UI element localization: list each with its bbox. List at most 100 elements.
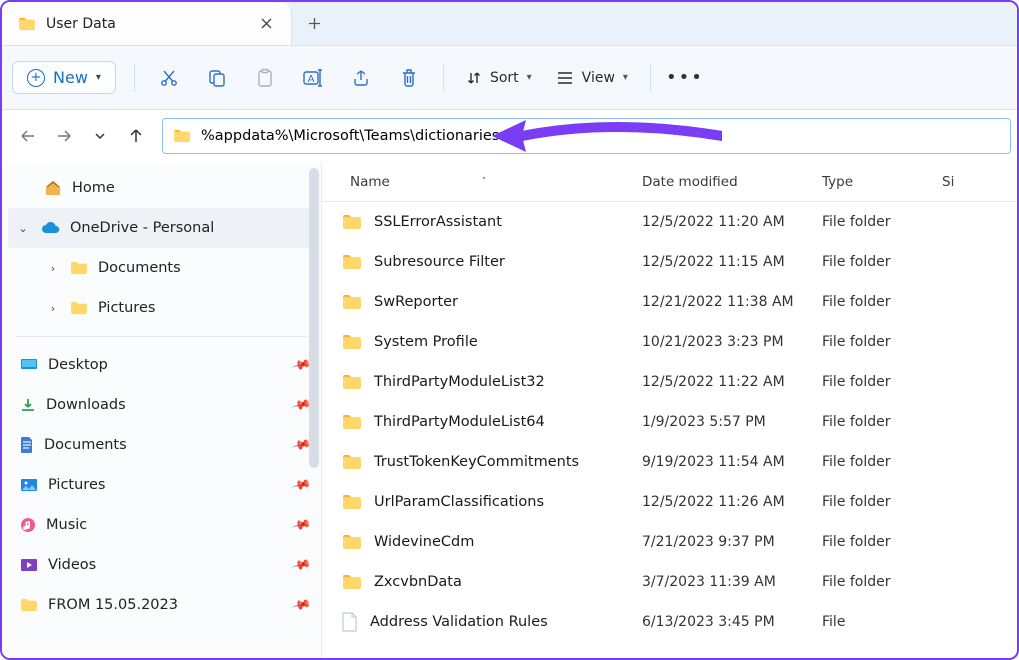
sidebar-label: Videos: [48, 557, 96, 573]
list-icon: [556, 71, 574, 85]
file-date: 1/9/2023 5:57 PM: [642, 414, 822, 430]
svg-text:A: A: [308, 74, 315, 85]
sidebar-item-desktop[interactable]: Desktop 📌: [2, 345, 321, 385]
view-button[interactable]: View ▾: [546, 70, 638, 86]
pin-icon: 📌: [290, 594, 312, 615]
file-row[interactable]: TrustTokenKeyCommitments9/19/2023 11:54 …: [322, 442, 1017, 482]
sidebar-label: Downloads: [46, 397, 126, 413]
sidebar-item-downloads[interactable]: Downloads 📌: [2, 385, 321, 425]
toolbar: + New ▾ A Sort ▾ View ▾ •••: [2, 46, 1017, 110]
file-row[interactable]: UrlParamClassifications12/5/2022 11:26 A…: [322, 482, 1017, 522]
sidebar-item-onedrive-pictures[interactable]: › Pictures: [2, 288, 321, 328]
file-row[interactable]: SwReporter12/21/2022 11:38 AMFile folder: [322, 282, 1017, 322]
paste-button[interactable]: [243, 58, 287, 98]
pin-icon: 📌: [290, 514, 312, 535]
folder-icon: [342, 574, 362, 590]
rename-icon: A: [302, 68, 324, 88]
cut-button[interactable]: [147, 58, 191, 98]
chevron-down-icon[interactable]: ⌄: [16, 222, 30, 235]
file-date: 9/19/2023 11:54 AM: [642, 454, 822, 470]
file-row[interactable]: ThirdPartyModuleList3212/5/2022 11:22 AM…: [322, 362, 1017, 402]
sidebar-item-music[interactable]: Music 📌: [2, 505, 321, 545]
folder-icon: [342, 534, 362, 550]
delete-button[interactable]: [387, 58, 431, 98]
sort-indicator-icon: ˄: [482, 177, 487, 187]
file-type: File: [822, 614, 942, 630]
chevron-right-icon[interactable]: ›: [46, 262, 60, 275]
column-header-name[interactable]: Name ˄: [322, 174, 642, 190]
file-row[interactable]: ZxcvbnData3/7/2023 11:39 AMFile folder: [322, 562, 1017, 602]
file-date: 10/21/2023 3:23 PM: [642, 334, 822, 350]
file-name: Address Validation Rules: [370, 614, 548, 630]
up-button[interactable]: [120, 120, 152, 152]
plus-circle-icon: +: [27, 69, 45, 87]
file-type: File folder: [822, 574, 942, 590]
file-name: SSLErrorAssistant: [374, 214, 502, 230]
window-tab[interactable]: User Data: [2, 2, 292, 45]
scissors-icon: [159, 68, 179, 88]
toolbar-separator: [134, 64, 135, 92]
desktop-icon: [20, 358, 38, 372]
address-bar[interactable]: [162, 118, 1011, 154]
chevron-down-icon: ▾: [623, 72, 628, 83]
view-label: View: [582, 70, 615, 86]
copy-button[interactable]: [195, 58, 239, 98]
file-name: UrlParamClassifications: [374, 494, 544, 510]
sort-button[interactable]: Sort ▾: [456, 70, 542, 86]
folder-icon: [18, 17, 36, 31]
pin-icon: 📌: [290, 474, 312, 495]
titlebar: User Data: [2, 2, 1017, 46]
toolbar-separator: [443, 64, 444, 92]
document-icon: [20, 436, 34, 454]
file-row[interactable]: ThirdPartyModuleList641/9/2023 5:57 PMFi…: [322, 402, 1017, 442]
column-header-size[interactable]: Si: [942, 174, 1017, 190]
file-row[interactable]: System Profile10/21/2023 3:23 PMFile fol…: [322, 322, 1017, 362]
share-button[interactable]: [339, 58, 383, 98]
new-tab-button[interactable]: [292, 2, 336, 45]
folder-icon: [342, 334, 362, 350]
folder-icon: [173, 129, 191, 143]
sidebar-label: Pictures: [98, 300, 155, 316]
sidebar-item-videos[interactable]: Videos 📌: [2, 545, 321, 585]
arrow-up-icon: [128, 128, 144, 144]
sort-label: Sort: [490, 70, 519, 86]
file-row[interactable]: Address Validation Rules6/13/2023 3:45 P…: [322, 602, 1017, 642]
sort-icon: [466, 70, 482, 86]
sidebar-label: Documents: [98, 260, 181, 276]
file-type: File folder: [822, 414, 942, 430]
file-name: WidevineCdm: [374, 534, 474, 550]
file-row[interactable]: WidevineCdm7/21/2023 9:37 PMFile folder: [322, 522, 1017, 562]
arrow-right-icon: [56, 128, 72, 144]
file-row[interactable]: Subresource Filter12/5/2022 11:15 AMFile…: [322, 242, 1017, 282]
sidebar-label: FROM 15.05.2023: [48, 597, 178, 613]
sidebar-scrollbar[interactable]: [309, 168, 319, 468]
music-icon: [20, 517, 36, 533]
file-icon: [342, 612, 358, 632]
more-button[interactable]: •••: [663, 58, 707, 98]
file-type: File folder: [822, 374, 942, 390]
sidebar-item-from-folder[interactable]: FROM 15.05.2023 📌: [2, 585, 321, 625]
close-tab-button[interactable]: [255, 13, 277, 35]
back-button[interactable]: [12, 120, 44, 152]
file-type: File folder: [822, 294, 942, 310]
trash-icon: [400, 68, 418, 88]
sidebar-item-documents[interactable]: Documents 📌: [2, 425, 321, 465]
navigation-pane: Home ⌄ OneDrive - Personal › Documents ›…: [2, 162, 322, 658]
column-header-type[interactable]: Type: [822, 174, 942, 190]
column-header-date[interactable]: Date modified: [642, 174, 822, 190]
rename-button[interactable]: A: [291, 58, 335, 98]
file-row[interactable]: SSLErrorAssistant12/5/2022 11:20 AMFile …: [322, 202, 1017, 242]
forward-button[interactable]: [48, 120, 80, 152]
sidebar-item-onedrive[interactable]: ⌄ OneDrive - Personal: [8, 208, 315, 248]
sidebar-item-pictures[interactable]: Pictures 📌: [2, 465, 321, 505]
share-icon: [351, 68, 371, 88]
sidebar-item-onedrive-documents[interactable]: › Documents: [2, 248, 321, 288]
chevron-right-icon[interactable]: ›: [46, 302, 60, 315]
sidebar-item-home[interactable]: Home: [2, 168, 321, 208]
sidebar-label: Desktop: [48, 357, 108, 373]
new-button-label: New: [53, 68, 88, 87]
address-input[interactable]: [201, 128, 1000, 144]
folder-icon: [342, 254, 362, 270]
recent-locations-button[interactable]: [84, 120, 116, 152]
new-button[interactable]: + New ▾: [12, 61, 116, 94]
